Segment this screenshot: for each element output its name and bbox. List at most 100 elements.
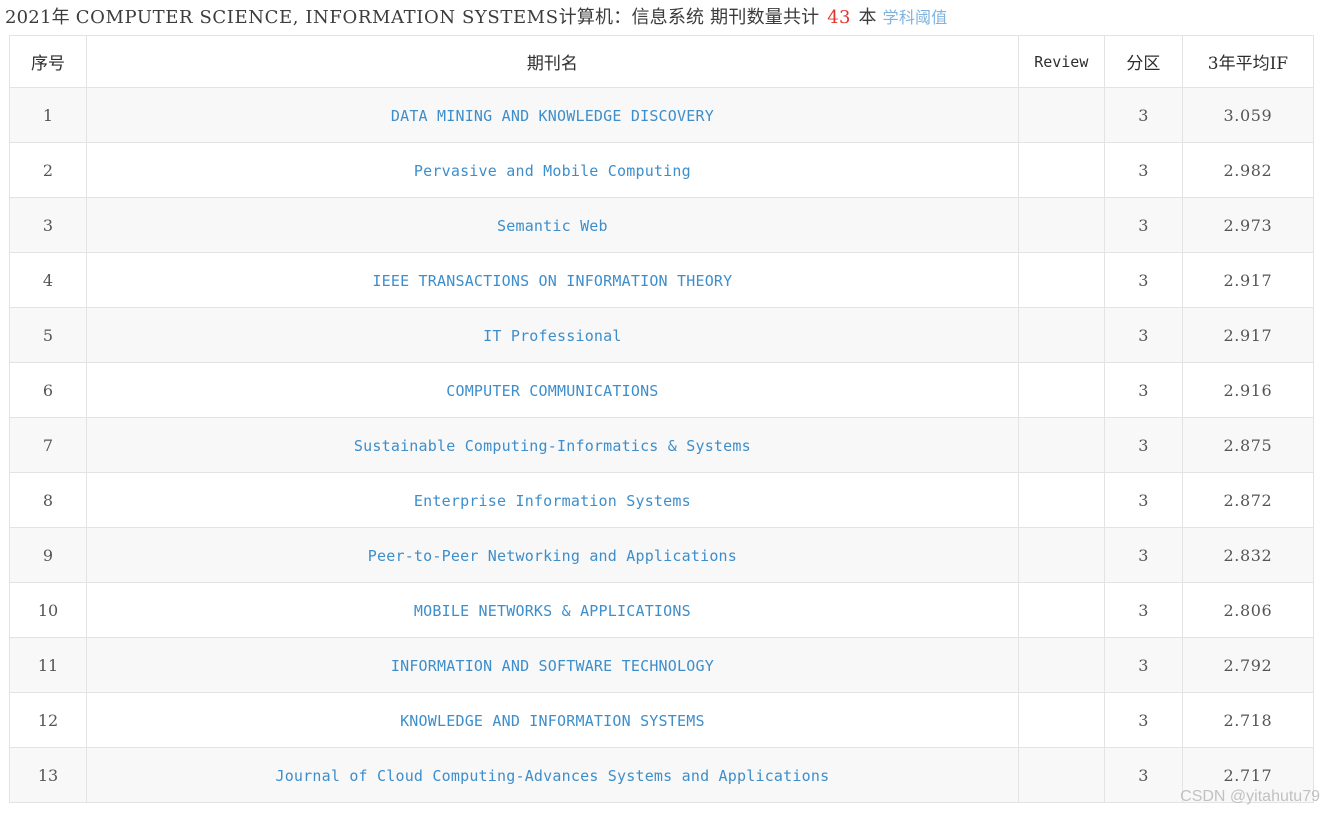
journal-name-link[interactable]: IEEE TRANSACTIONS ON INFORMATION THEORY [372, 272, 732, 290]
cell-review [1017, 362, 1105, 418]
cell-zone: 3 [1103, 362, 1183, 418]
cell-zone: 3 [1103, 637, 1183, 693]
cell-journal-name: Peer-to-Peer Networking and Applications [86, 527, 1019, 583]
journal-name-link[interactable]: Enterprise Information Systems [414, 492, 691, 510]
table-body: 1 DATA MINING AND KNOWLEDGE DISCOVERY 3 3.0… [8, 87, 1315, 803]
table-row: 12 KNOWLEDGE AND INFORMATION SYSTEMS 3 2.71… [8, 692, 1315, 748]
table-row: 13 Journal of Cloud Computing-Advances Sy… [8, 747, 1315, 803]
cell-avg-if: 2.717 [1181, 747, 1315, 803]
journal-table: 序号 期刊名 Review 分区 3年平均IF 1 DATA MINING AND… [8, 35, 1315, 803]
cell-zone: 3 [1103, 307, 1183, 363]
cell-review [1017, 527, 1105, 583]
cell-avg-if: 3.059 [1181, 87, 1315, 143]
column-header-zone[interactable]: 分区 [1103, 35, 1183, 88]
cell-journal-name: Pervasive and Mobile Computing [86, 142, 1019, 198]
threshold-link[interactable]: 学科阈值 [883, 8, 948, 27]
cell-index: 5 [8, 307, 88, 363]
cell-avg-if: 2.916 [1181, 362, 1315, 418]
title-count-unit: 本 [858, 7, 877, 28]
cell-index: 13 [8, 747, 88, 803]
cell-review [1017, 472, 1105, 528]
cell-review [1017, 142, 1105, 198]
column-header-name[interactable]: 期刊名 [86, 35, 1019, 88]
journal-name-link[interactable]: Peer-to-Peer Networking and Applications [368, 547, 737, 565]
journal-name-link[interactable]: Pervasive and Mobile Computing [414, 162, 691, 180]
cell-journal-name: IEEE TRANSACTIONS ON INFORMATION THEORY [86, 252, 1019, 308]
table-row: 1 DATA MINING AND KNOWLEDGE DISCOVERY 3 3.0… [8, 87, 1315, 143]
column-header-index[interactable]: 序号 [8, 35, 88, 88]
journal-name-link[interactable]: Semantic Web [497, 217, 608, 235]
cell-journal-name: INFORMATION AND SOFTWARE TECHNOLOGY [86, 637, 1019, 693]
title-category-zh: 计算机：信息系统 [558, 7, 705, 28]
cell-avg-if: 2.718 [1181, 692, 1315, 748]
journal-name-link[interactable]: INFORMATION AND SOFTWARE TECHNOLOGY [391, 657, 714, 675]
cell-review [1017, 197, 1105, 253]
cell-index: 4 [8, 252, 88, 308]
cell-index: 7 [8, 417, 88, 473]
title-category-en: COMPUTER SCIENCE, INFORMATION SYSTEMS [75, 7, 559, 28]
cell-journal-name: COMPUTER COMMUNICATIONS [86, 362, 1019, 418]
cell-avg-if: 2.872 [1181, 472, 1315, 528]
journal-name-link[interactable]: DATA MINING AND KNOWLEDGE DISCOVERY [391, 107, 714, 125]
cell-zone: 3 [1103, 582, 1183, 638]
cell-index: 9 [8, 527, 88, 583]
cell-index: 2 [8, 142, 88, 198]
cell-zone: 3 [1103, 692, 1183, 748]
journal-name-link[interactable]: MOBILE NETWORKS & APPLICATIONS [414, 602, 691, 620]
cell-review [1017, 747, 1105, 803]
cell-index: 6 [8, 362, 88, 418]
cell-zone: 3 [1103, 252, 1183, 308]
cell-zone: 3 [1103, 472, 1183, 528]
page-title: 2021年 COMPUTER SCIENCE, INFORMATION SYST… [0, 0, 1332, 35]
table-row: 7 Sustainable Computing-Informatics & Sys… [8, 417, 1315, 473]
table-row: 9 Peer-to-Peer Networking and Application… [8, 527, 1315, 583]
table-row: 11 INFORMATION AND SOFTWARE TECHNOLOGY 3 2.… [8, 637, 1315, 693]
table-header-row: 序号 期刊名 Review 分区 3年平均IF [8, 35, 1315, 88]
column-header-review[interactable]: Review [1017, 35, 1105, 88]
cell-journal-name: MOBILE NETWORKS & APPLICATIONS [86, 582, 1019, 638]
title-count-label: 期刊数量共计 [710, 7, 820, 28]
cell-index: 10 [8, 582, 88, 638]
cell-journal-name: DATA MINING AND KNOWLEDGE DISCOVERY [86, 87, 1019, 143]
cell-zone: 3 [1103, 747, 1183, 803]
table-row: 8 Enterprise Information Systems 3 2.872 [8, 472, 1315, 528]
cell-index: 12 [8, 692, 88, 748]
cell-review [1017, 307, 1105, 363]
cell-avg-if: 2.806 [1181, 582, 1315, 638]
cell-avg-if: 2.917 [1181, 307, 1315, 363]
cell-avg-if: 2.792 [1181, 637, 1315, 693]
cell-review [1017, 582, 1105, 638]
journal-name-link[interactable]: KNOWLEDGE AND INFORMATION SYSTEMS [400, 712, 705, 730]
table-row: 3 Semantic Web 3 2.973 [8, 197, 1315, 253]
table-row: 5 IT Professional 3 2.917 [8, 307, 1315, 363]
table-row: 4 IEEE TRANSACTIONS ON INFORMATION THEORY… [8, 252, 1315, 308]
cell-index: 3 [8, 197, 88, 253]
page-root: 2021年 COMPUTER SCIENCE, INFORMATION SYST… [0, 0, 1332, 813]
title-year: 2021年 [5, 7, 70, 28]
table-head: 序号 期刊名 Review 分区 3年平均IF [8, 35, 1315, 88]
column-header-avgif[interactable]: 3年平均IF [1181, 35, 1315, 88]
cell-journal-name: IT Professional [86, 307, 1019, 363]
journal-table-container: 序号 期刊名 Review 分区 3年平均IF 1 DATA MINING AND… [8, 35, 1315, 803]
cell-zone: 3 [1103, 527, 1183, 583]
journal-name-link[interactable]: Sustainable Computing-Informatics & Syst… [354, 437, 751, 455]
cell-review [1017, 417, 1105, 473]
cell-avg-if: 2.917 [1181, 252, 1315, 308]
journal-name-link[interactable]: Journal of Cloud Computing-Advances Syst… [275, 767, 829, 785]
cell-zone: 3 [1103, 87, 1183, 143]
journal-name-link[interactable]: IT Professional [483, 327, 621, 345]
cell-index: 11 [8, 637, 88, 693]
cell-journal-name: Enterprise Information Systems [86, 472, 1019, 528]
cell-review [1017, 692, 1105, 748]
cell-review [1017, 87, 1105, 143]
cell-index: 8 [8, 472, 88, 528]
title-count-value: 43 [827, 7, 851, 28]
journal-name-link[interactable]: COMPUTER COMMUNICATIONS [446, 382, 658, 400]
cell-avg-if: 2.875 [1181, 417, 1315, 473]
cell-avg-if: 2.973 [1181, 197, 1315, 253]
table-row: 10 MOBILE NETWORKS & APPLICATIONS 3 2.806 [8, 582, 1315, 638]
cell-zone: 3 [1103, 417, 1183, 473]
cell-review [1017, 252, 1105, 308]
cell-journal-name: Sustainable Computing-Informatics & Syst… [86, 417, 1019, 473]
cell-journal-name: Journal of Cloud Computing-Advances Syst… [86, 747, 1019, 803]
